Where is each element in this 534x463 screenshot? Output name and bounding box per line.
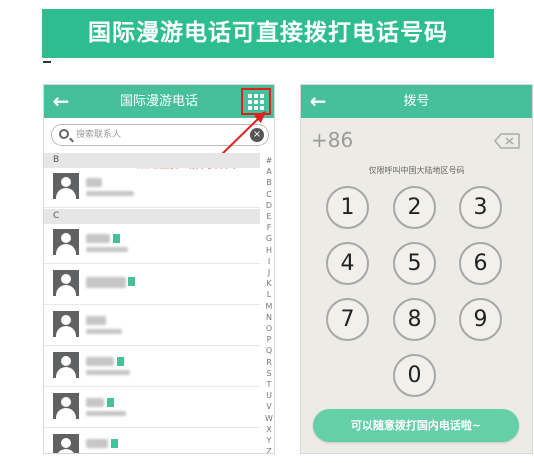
avatar <box>53 311 79 337</box>
key-9[interactable]: 9 <box>459 298 502 341</box>
index-letter[interactable]: B <box>266 177 272 188</box>
index-letter[interactable]: Q <box>266 345 272 356</box>
index-letter[interactable]: V <box>266 401 271 412</box>
index-letter[interactable]: J <box>268 267 270 278</box>
avatar <box>53 173 79 199</box>
avatar <box>53 352 79 378</box>
index-letter[interactable]: D <box>266 200 272 211</box>
contact-row[interactable] <box>44 429 260 453</box>
key-1[interactable]: 1 <box>326 186 369 229</box>
banner-title: 国际漫游电话可直接拨打电话号码 <box>88 20 448 46</box>
index-letter[interactable]: I <box>268 256 270 267</box>
search-placeholder: 搜索联系人 <box>76 130 122 140</box>
index-letter[interactable]: Z <box>266 446 271 453</box>
index-letter[interactable]: T <box>267 379 272 390</box>
country-code[interactable]: +86 <box>311 128 353 152</box>
index-letter[interactable]: A <box>266 166 271 177</box>
key-4[interactable]: 4 <box>326 242 369 285</box>
index-letter[interactable]: K <box>266 278 271 289</box>
index-letter[interactable]: H <box>266 245 272 256</box>
key-8[interactable]: 8 <box>393 298 436 341</box>
index-letter[interactable]: U <box>266 390 272 401</box>
avatar <box>53 434 79 453</box>
section-header-c: C <box>44 209 260 224</box>
avatar <box>53 270 79 296</box>
index-letter[interactable]: # <box>266 155 273 166</box>
index-letter[interactable]: S <box>266 368 271 379</box>
contact-row[interactable] <box>44 388 260 428</box>
avatar <box>53 229 79 255</box>
index-letter[interactable]: C <box>266 189 272 200</box>
contact-row[interactable] <box>44 224 260 264</box>
contacts-screen: ← 国际漫游电话 搜索联系人 × 点这里弹出拨号界面 B <box>43 84 275 454</box>
dial-hint: 仅限呼叫中国大陆地区号码 <box>368 166 465 175</box>
key-5[interactable]: 5 <box>393 242 436 285</box>
search-icon <box>59 129 69 139</box>
contact-row[interactable] <box>44 306 260 346</box>
contact-row[interactable] <box>44 168 260 208</box>
index-letter[interactable]: M <box>266 301 273 312</box>
index-letter[interactable]: L <box>267 289 271 300</box>
key-3[interactable]: 3 <box>459 186 502 229</box>
top-banner: 国际漫游电话可直接拨打电话号码 <box>42 9 494 58</box>
index-letter[interactable]: E <box>266 211 271 222</box>
key-7[interactable]: 7 <box>326 298 369 341</box>
divider <box>43 61 51 63</box>
index-letter[interactable]: O <box>266 323 272 334</box>
backspace-icon[interactable] <box>494 133 520 149</box>
index-letter[interactable]: P <box>267 334 272 345</box>
contact-row[interactable] <box>44 347 260 387</box>
index-letter[interactable]: G <box>266 233 272 244</box>
index-letter[interactable]: X <box>266 424 271 435</box>
avatar <box>53 393 79 419</box>
key-0[interactable]: 0 <box>393 354 436 397</box>
call-button[interactable]: 可以随意拨打国内电话啦~ <box>313 409 519 442</box>
dialer-screen: ← 拨号 +86 仅限呼叫中国大陆地区号码 1 2 3 4 5 6 7 8 9 … <box>300 84 533 454</box>
section-header-b: B <box>44 153 260 168</box>
screenshot: 国际漫游电话可直接拨打电话号码 ← 国际漫游电话 搜索联系人 × 点这里弹出拨号… <box>0 0 534 463</box>
contact-row[interactable] <box>44 265 260 305</box>
index-letter[interactable]: N <box>266 312 272 323</box>
dialer-titlebar: ← 拨号 <box>301 85 532 118</box>
dialer-title: 拨号 <box>403 94 430 109</box>
key-2[interactable]: 2 <box>393 186 436 229</box>
key-6[interactable]: 6 <box>459 242 502 285</box>
index-letter[interactable]: F <box>267 222 272 233</box>
index-letter[interactable]: Y <box>267 435 272 446</box>
index-letter[interactable]: W <box>265 413 273 424</box>
index-letter[interactable]: R <box>266 357 272 368</box>
alphabet-index[interactable]: # A B C D E F G H I J K L M N O P Q R S T U V W X Y Z <box>262 155 274 453</box>
